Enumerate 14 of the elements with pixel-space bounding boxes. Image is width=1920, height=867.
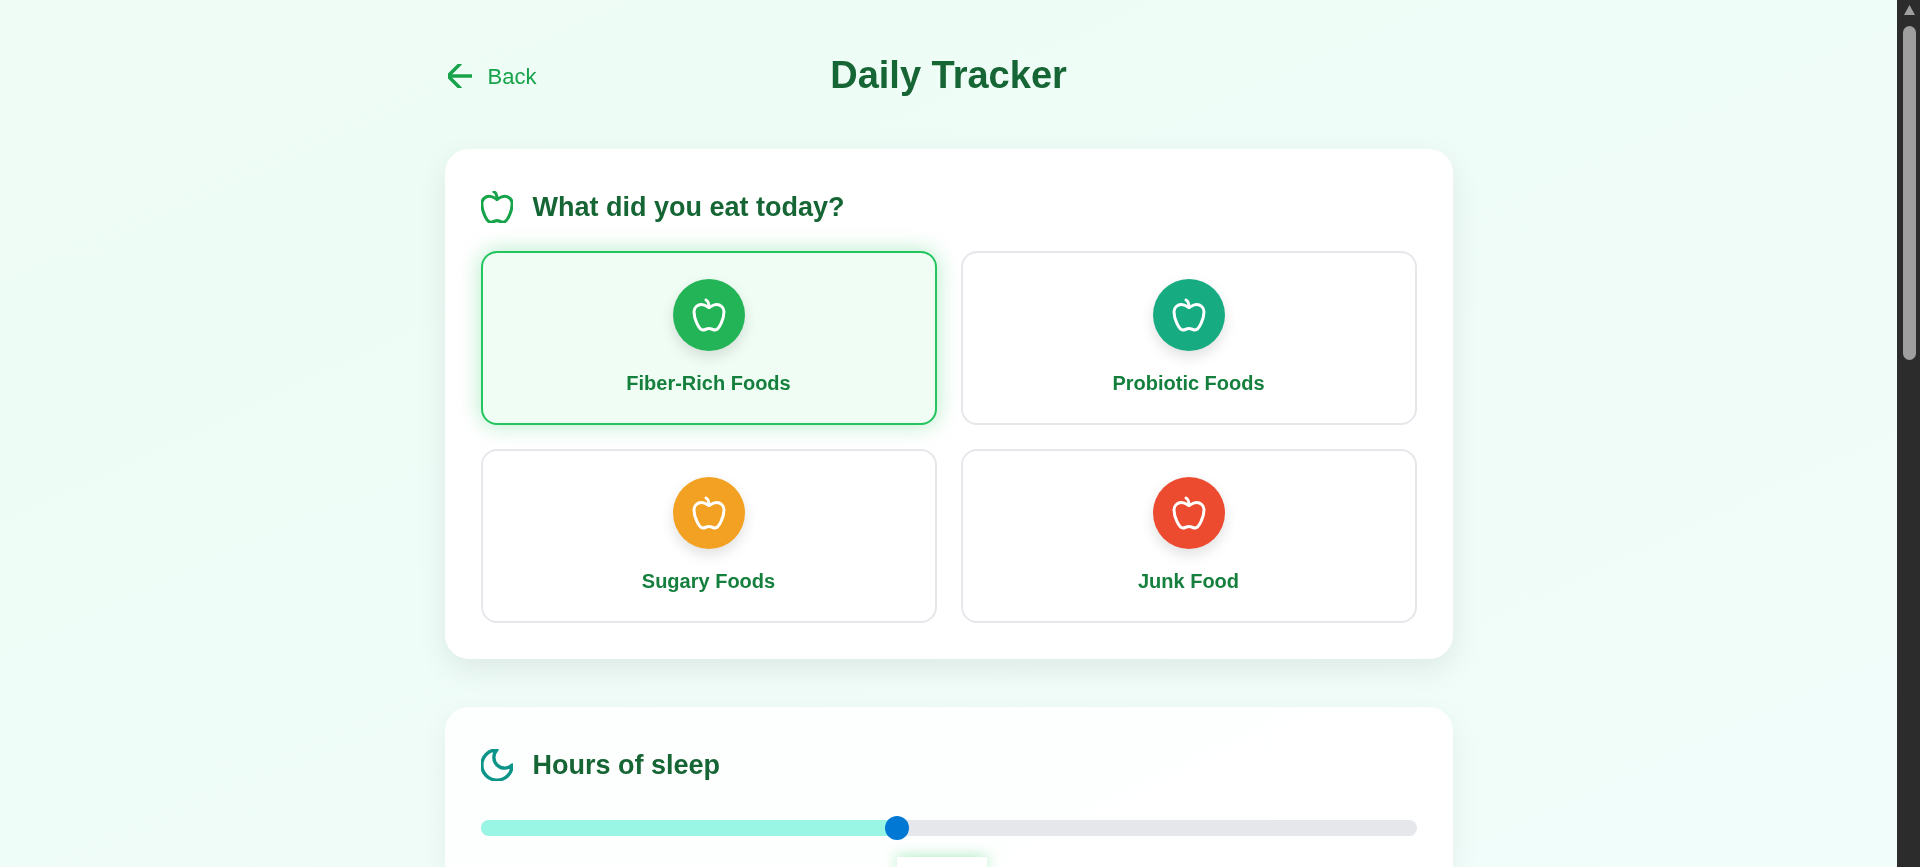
apple-icon bbox=[480, 191, 513, 223]
food-option[interactable]: Fiber-Rich Foods bbox=[480, 251, 937, 425]
slider-thumb[interactable] bbox=[885, 816, 909, 840]
section-heading: What did you eat today? bbox=[532, 190, 845, 224]
scroll-up-arrow-icon[interactable] bbox=[1904, 5, 1915, 15]
back-link[interactable]: Back bbox=[444, 59, 537, 93]
food-option[interactable]: Probiotic Foods bbox=[960, 251, 1417, 425]
page-title: Daily Tracker bbox=[830, 53, 1067, 99]
scrollbar-thumb[interactable] bbox=[1903, 26, 1916, 360]
section-heading: Hours of sleep bbox=[532, 748, 721, 782]
food-option[interactable]: Junk Food bbox=[960, 449, 1417, 623]
moon-icon bbox=[480, 749, 513, 781]
scrollbar-track[interactable] bbox=[1897, 0, 1920, 867]
food-option[interactable]: Sugary Foods bbox=[480, 449, 937, 623]
